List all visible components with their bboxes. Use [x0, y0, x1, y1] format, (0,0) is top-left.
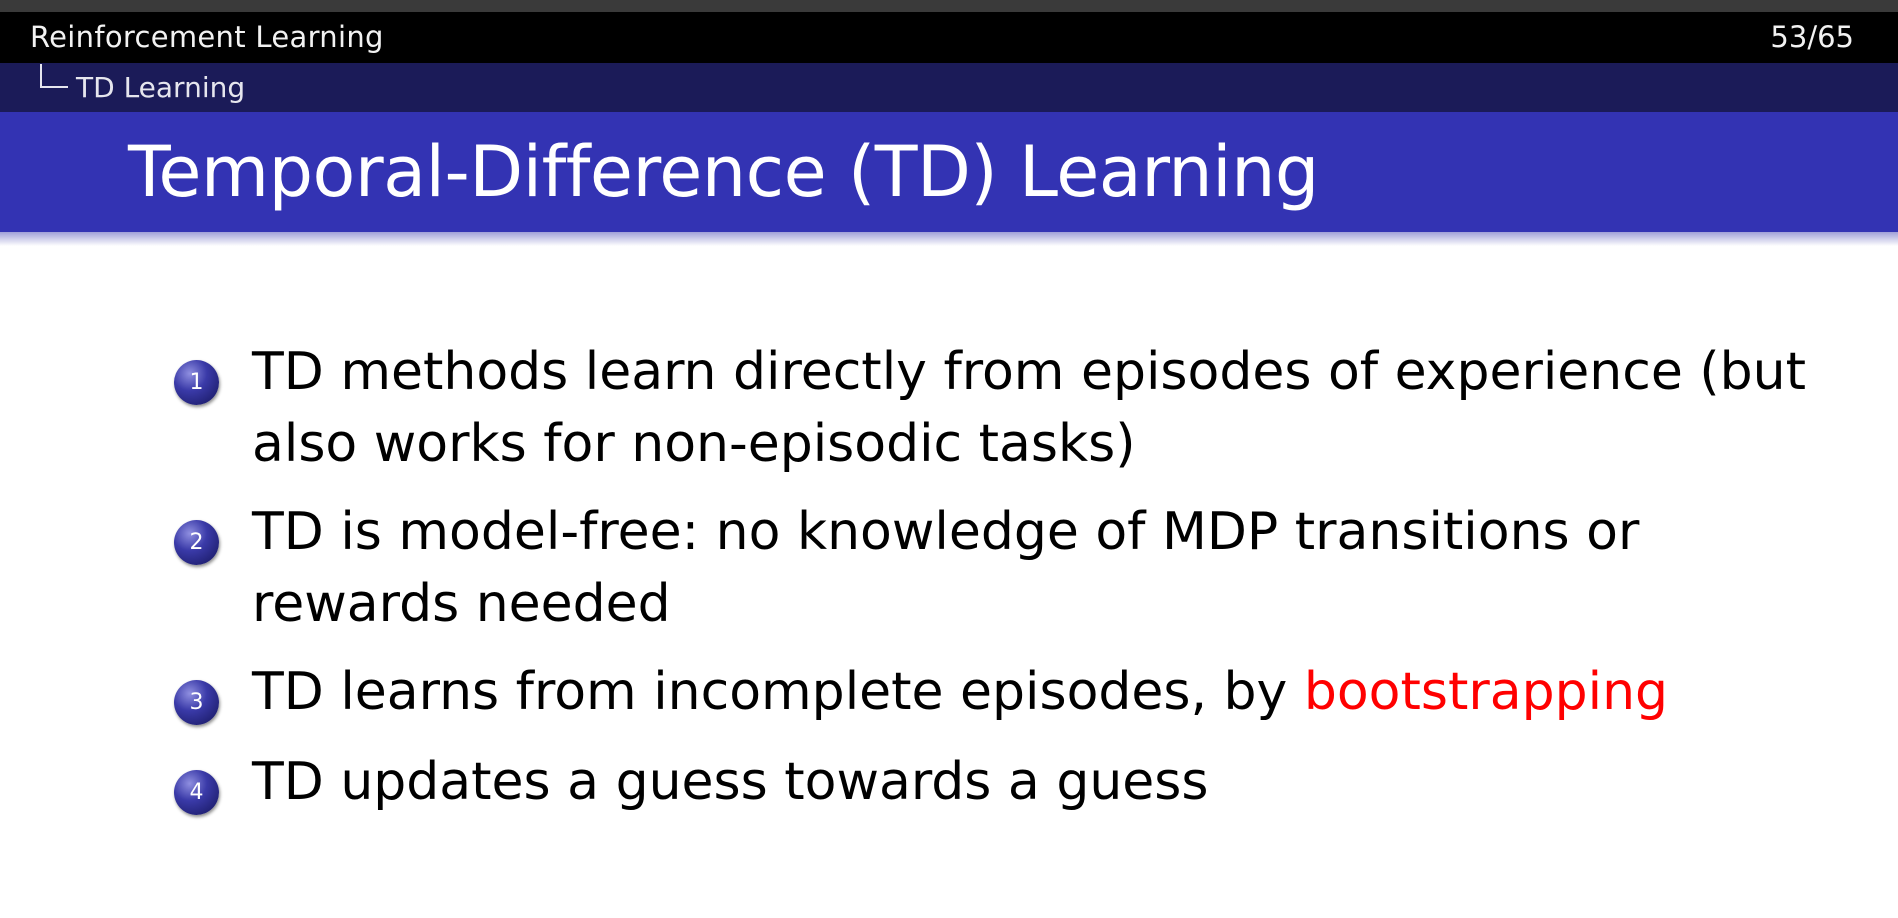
list-item-line: TD methods learn directly from episodes … [252, 342, 1806, 402]
list-item-line: TD updates a guess towards a guess [252, 752, 1209, 812]
list-item-text: TD methods learn directly from episodes … [252, 336, 1806, 480]
list-item-line: rewards needed [252, 574, 671, 634]
item-number-ball: 4 [174, 770, 219, 815]
item-number-ball: 1 [174, 360, 219, 405]
item-number-ball: 3 [174, 680, 219, 725]
list-item-text: TD is model-free: no knowledge of MDP tr… [252, 496, 1772, 640]
list-item-text: TD learns from incomplete episodes, by b… [252, 656, 1772, 728]
item-number-ball: 2 [174, 520, 219, 565]
list-item-line: also works for non-episodic tasks) [252, 414, 1136, 474]
alert-keyword: bootstrapping [1303, 662, 1669, 722]
list-item-line: TD learns from incomplete episodes, by [252, 662, 1304, 722]
list-item-line: TD is model-free: no knowledge of MDP tr… [252, 502, 1640, 562]
list-item-text: TD updates a guess towards a guess [252, 746, 1772, 818]
slide-content: 1 TD methods learn directly from episode… [0, 0, 1898, 918]
